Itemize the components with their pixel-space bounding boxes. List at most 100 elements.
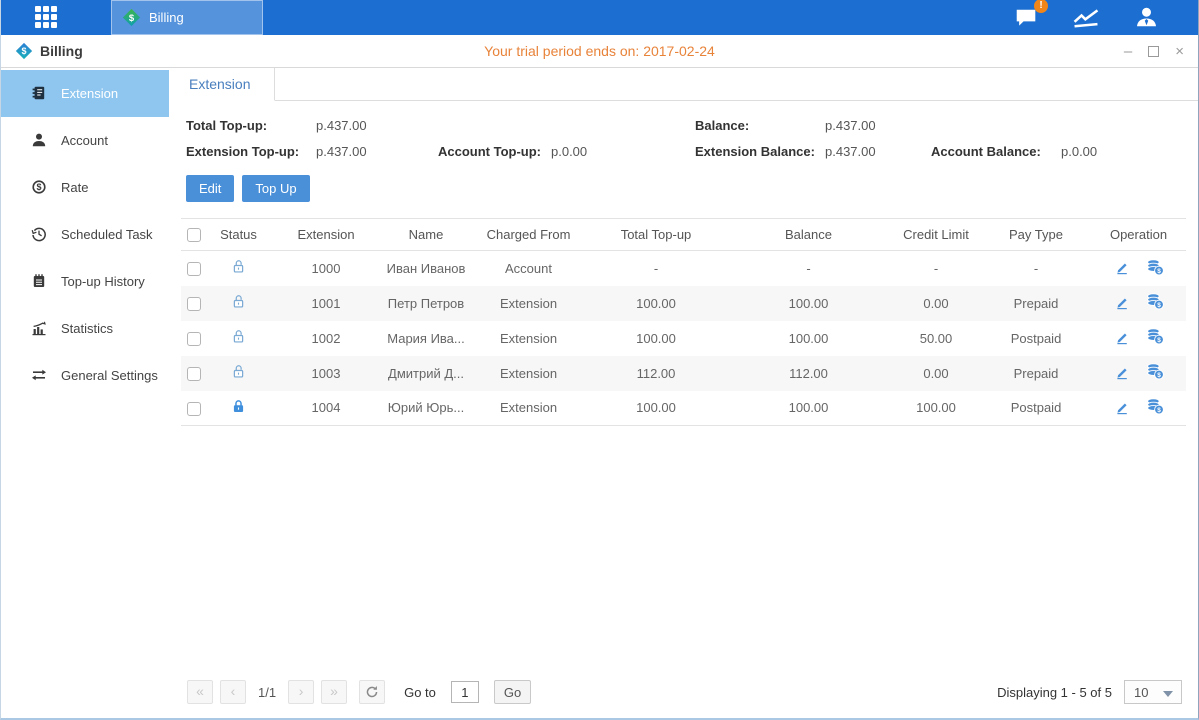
extension-topup-label: Extension Top-up: (186, 144, 316, 159)
topup-coins-icon[interactable]: $ (1146, 363, 1164, 380)
sidebar-item-scheduled-task[interactable]: Scheduled Task (1, 211, 169, 258)
topup-coins-icon[interactable]: $ (1146, 293, 1164, 310)
billing-diamond-icon: $ (122, 8, 141, 27)
pay-type-cell: - (981, 251, 1091, 286)
row-checkbox[interactable] (187, 402, 201, 416)
row-checkbox[interactable] (187, 367, 201, 381)
balance-cell: 100.00 (726, 391, 891, 426)
go-button[interactable]: Go (494, 680, 531, 704)
select-all-checkbox-cell (181, 219, 206, 251)
account-topup-label: Account Top-up: (438, 144, 551, 159)
balance-value: p.437.00 (825, 118, 876, 133)
monitor-chart-icon[interactable] (1070, 5, 1102, 31)
edit-pencil-icon[interactable] (1114, 329, 1130, 345)
next-page-button[interactable]: › (288, 680, 314, 704)
apps-grid-icon[interactable] (35, 6, 69, 30)
topup-coins-icon[interactable]: $ (1146, 259, 1164, 276)
app-tab-label: Billing (149, 10, 184, 25)
edit-pencil-icon[interactable] (1114, 364, 1130, 380)
svg-text:$: $ (129, 13, 135, 24)
goto-label: Go to (404, 685, 436, 700)
minimize-icon[interactable]: – (1124, 44, 1132, 59)
tab-extension[interactable]: Extension (169, 68, 275, 101)
last-page-button[interactable]: » (321, 680, 347, 704)
first-page-button[interactable]: « (187, 680, 213, 704)
extension-cell: 1004 (271, 391, 381, 426)
balance-cell: 112.00 (726, 356, 891, 391)
row-checkbox[interactable] (187, 297, 201, 311)
table-row: 1003Дмитрий Д...Extension112.00112.000.0… (181, 356, 1186, 391)
edit-pencil-icon[interactable] (1114, 399, 1130, 415)
history-clock-icon (31, 226, 48, 243)
prev-page-button[interactable]: ‹ (220, 680, 246, 704)
table-footer: « ‹ 1/1 › » Go to Go Di (181, 670, 1184, 714)
user-account-icon[interactable] (1130, 5, 1162, 31)
extension-balance-value: p.437.00 (825, 144, 876, 159)
sidebar-item-rate[interactable]: $ Rate (1, 164, 169, 211)
svg-text:$: $ (36, 182, 41, 192)
column-header: Credit Limit (891, 219, 981, 251)
select-all-checkbox[interactable] (187, 228, 201, 242)
sidebar-item-label: Extension (61, 86, 118, 101)
top-up-button[interactable]: Top Up (242, 175, 309, 202)
charged-from-cell: Account (471, 251, 586, 286)
sidebar-item-general-settings[interactable]: General Settings (1, 352, 169, 399)
window-titlebar: $ Billing Your trial period ends on: 201… (1, 35, 1198, 68)
edit-button[interactable]: Edit (186, 175, 234, 202)
credit-limit-cell: 100.00 (891, 391, 981, 426)
trial-notice: Your trial period ends on: 2017-02-24 (1, 43, 1198, 59)
edit-pencil-icon[interactable] (1114, 259, 1130, 275)
app-tab-billing[interactable]: $ Billing (111, 0, 263, 35)
sidebar-item-label: Rate (61, 180, 88, 195)
sidebar-item-top-up-history[interactable]: Top-up History (1, 258, 169, 305)
chevron-down-icon (1163, 691, 1173, 697)
credit-limit-cell: 0.00 (891, 356, 981, 391)
column-header: Total Top-up (586, 219, 726, 251)
locked-icon (231, 399, 246, 414)
total-topup-cell: 112.00 (586, 356, 726, 391)
refresh-button[interactable] (359, 680, 385, 704)
page-size-select[interactable]: 10 (1124, 680, 1182, 704)
sidebar-nav: Extension Account $ Rate Scheduled Task Top-u… (1, 68, 169, 718)
edit-pencil-icon[interactable] (1114, 294, 1130, 310)
balance-summary: Total Top-up:p.437.00 Balance:p.437.00 E… (186, 118, 1184, 159)
name-cell: Юрий Юрь... (381, 391, 471, 426)
charged-from-cell: Extension (471, 356, 586, 391)
name-cell: Мария Ива... (381, 321, 471, 356)
stats-chart-icon (31, 320, 48, 337)
dollar-circle-icon: $ (31, 179, 48, 196)
row-checkbox[interactable] (187, 332, 201, 346)
balance-cell: 100.00 (726, 321, 891, 356)
sidebar-item-label: General Settings (61, 368, 158, 383)
close-icon[interactable]: × (1175, 44, 1184, 59)
charged-from-cell: Extension (471, 321, 586, 356)
unlocked-icon (231, 329, 246, 344)
pay-type-cell: Prepaid (981, 356, 1091, 391)
messages-icon[interactable]: ! (1010, 5, 1042, 31)
sidebar-item-extension[interactable]: Extension (1, 70, 169, 117)
svg-text:$: $ (1157, 372, 1161, 379)
row-checkbox[interactable] (187, 262, 201, 276)
topup-coins-icon[interactable]: $ (1146, 398, 1164, 415)
table-row: 1002Мария Ива...Extension100.00100.0050.… (181, 321, 1186, 356)
goto-page-input[interactable] (451, 681, 479, 703)
sidebar-item-label: Scheduled Task (61, 227, 153, 242)
topup-coins-icon[interactable]: $ (1146, 328, 1164, 345)
extension-cell: 1001 (271, 286, 381, 321)
sidebar-item-statistics[interactable]: Statistics (1, 305, 169, 352)
column-header: Status (206, 219, 271, 251)
billing-app-window: $ Billing ! (0, 0, 1199, 720)
sidebar-item-account[interactable]: Account (1, 117, 169, 164)
balance-cell: 100.00 (726, 286, 891, 321)
account-topup-value: p.0.00 (551, 144, 587, 159)
svg-text:$: $ (21, 46, 26, 56)
total-topup-cell: - (586, 251, 726, 286)
table-row: 1004Юрий Юрь...Extension100.00100.00100.… (181, 391, 1186, 426)
sidebar-item-label: Account (61, 133, 108, 148)
table-row: 1001Петр ПетровExtension100.00100.000.00… (181, 286, 1186, 321)
unlocked-icon (231, 294, 246, 309)
svg-text:$: $ (1157, 268, 1161, 275)
column-header: Name (381, 219, 471, 251)
maximize-icon[interactable] (1148, 46, 1159, 57)
name-cell: Иван Иванов (381, 251, 471, 286)
